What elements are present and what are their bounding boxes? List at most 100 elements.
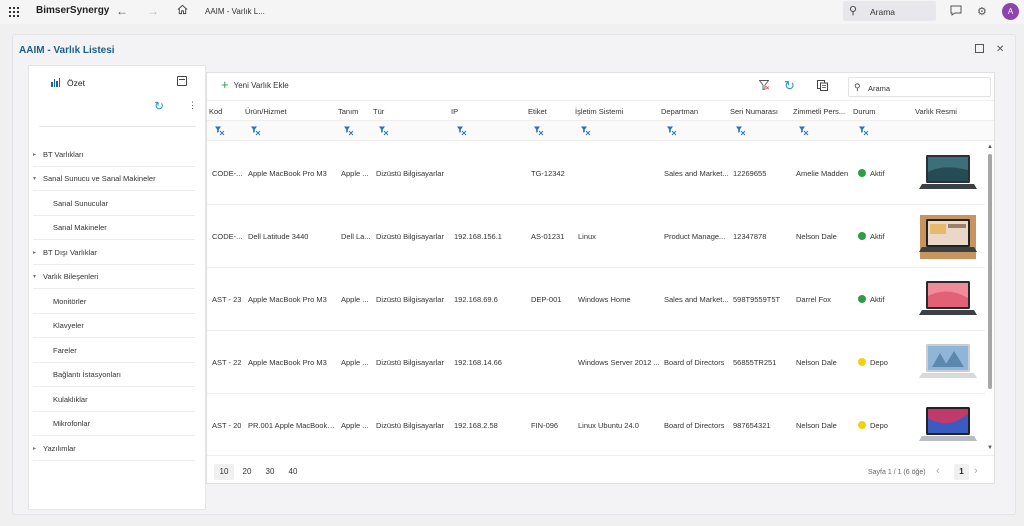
tree-group-item[interactable]: ▸ BT Varlıkları [33,143,195,167]
column-header[interactable]: İşletim Sistemi [575,107,623,116]
page-size-option[interactable]: 40 [283,464,303,480]
asset-image[interactable] [918,278,978,322]
cell-zimmet: Nelson Dale [796,232,837,241]
settings-gear-icon[interactable]: ⚙ [977,5,987,18]
pagination-bar: 10 20 30 40 Sayfa 1 / 1 (6 öğe) ‹ 1 › [207,455,994,485]
tree-child-item[interactable]: Bağlantı İstasyonları [33,363,195,387]
asset-image[interactable] [918,215,978,259]
user-avatar[interactable]: A [1002,3,1019,20]
tree-group-item[interactable]: ▾ Sanal Sunucu ve Sanal Makineler [33,167,195,191]
cell-os: Linux [578,232,596,241]
clear-filter-icon[interactable] [758,80,770,93]
add-asset-button[interactable]: + Yeni Varlık Ekle [221,78,289,91]
maximize-icon[interactable] [975,44,984,56]
cell-etiket: AS-01231 [531,232,565,241]
cell-zimmet: Nelson Dale [796,358,837,367]
tree-group-item[interactable]: ▾ Varlık Bileşenleri [33,265,195,289]
chat-icon[interactable] [950,5,962,19]
column-filter-icon[interactable] [533,125,544,136]
tree-group-item[interactable]: ▸ BT Dışı Varlıklar [33,241,195,265]
current-page[interactable]: 1 [954,464,969,480]
cell-seri: 598T9559T5T [733,295,781,304]
export-icon[interactable] [817,80,828,94]
scroll-thumb[interactable] [988,154,992,389]
page-size-option[interactable]: 20 [237,464,257,480]
asset-image[interactable] [918,152,978,196]
tree-child-item[interactable]: Mikrofonlar [33,412,195,436]
chevron-down-icon: ▾ [33,274,37,280]
column-filter-icon[interactable] [666,125,677,136]
cell-kod: AST - 23 [212,295,242,304]
column-header[interactable]: Seri Numarası [730,107,778,116]
column-filter-icon[interactable] [378,125,389,136]
column-filter-icon[interactable] [214,125,225,136]
refresh-grid-icon[interactable]: ↻ [784,78,795,94]
table-row[interactable]: CODE-... Apple MacBook Pro M3 Apple ... Diz… [207,142,985,205]
column-filter-icon[interactable] [858,125,869,136]
more-options-icon[interactable]: ⋮ [188,100,197,111]
column-filter-icon[interactable] [798,125,809,136]
page-size-option[interactable]: 10 [214,464,234,480]
tree-item-label: Fareler [53,346,77,355]
tree-child-item[interactable]: Fareler [33,339,195,363]
table-row[interactable]: AST - 22 Apple MacBook Pro M3 Apple ... Diz… [207,331,985,394]
column-header[interactable]: Varlık Resmi [915,107,957,116]
table-row[interactable]: AST - 23 Apple MacBook Pro M3 Apple ... Diz… [207,268,985,331]
cell-seri: 12269655 [733,169,767,178]
category-sidebar: Özet ↻ ⋮ ▸ BT Varlıkları ▾ Sanal Sunucu ve … [28,65,206,510]
tree-child-item[interactable]: Kulaklıklar [33,388,195,412]
column-header[interactable]: Zimmetli Pers... [793,107,845,116]
app-launcher-icon[interactable] [9,7,19,17]
column-header[interactable]: Tanım [338,107,358,116]
forward-arrow-icon[interactable]: → [147,4,159,18]
asset-grid-panel: + Yeni Varlık Ekle ↻ ⚲ Arama Kod Ürün/Hiz… [206,72,995,484]
prev-page-icon[interactable]: ‹ [936,465,940,477]
grid-search-input[interactable]: ⚲ Arama [848,77,991,97]
tree-child-item[interactable]: Sanal Makineler [33,216,195,240]
breadcrumb[interactable]: AAIM - Varlık L... [205,7,265,16]
column-header[interactable]: Etiket [528,107,547,116]
cell-departman: Sales and Market... [664,169,729,178]
back-arrow-icon[interactable]: ← [116,4,128,18]
summary-link[interactable]: Özet [67,78,85,88]
column-header[interactable]: Durum [853,107,876,116]
tree-item-label: Klavyeler [53,321,84,330]
panel-window-icon[interactable] [177,76,187,86]
column-filter-icon[interactable] [343,125,354,136]
cell-ip: 192.168.69.6 [454,295,498,304]
column-filter-icon[interactable] [250,125,261,136]
scroll-down-icon[interactable]: ▼ [987,445,993,451]
page-size-option[interactable]: 30 [260,464,280,480]
asset-image[interactable] [918,341,978,385]
home-icon[interactable] [177,4,188,18]
column-filter-icon[interactable] [580,125,591,136]
column-header[interactable]: Ürün/Hizmet [245,107,287,116]
tree-child-item[interactable]: Klavyeler [33,314,195,338]
status-dot [858,169,866,177]
tree-child-item[interactable]: Sanal Sunucular [33,192,195,216]
vertical-scrollbar[interactable]: ▲ ▼ [985,142,995,454]
column-header[interactable]: Departman [661,107,698,116]
column-header[interactable]: IP [451,107,458,116]
search-icon: ⚲ [849,5,858,17]
tree-child-item[interactable]: Monitörler [33,290,195,314]
column-filter-icon[interactable] [456,125,467,136]
scroll-up-icon[interactable]: ▲ [987,144,993,150]
next-page-icon[interactable]: › [974,465,978,477]
column-header[interactable]: Tür [373,107,384,116]
cell-ip: 192.168.14.66 [454,358,502,367]
column-filter-icon[interactable] [735,125,746,136]
asset-image[interactable] [918,404,978,448]
top-app-bar: BimserSynergy ← → AAIM - Varlık L... ⚲ A… [0,0,1024,24]
tree-group-item[interactable]: ▸ Yazılımlar [33,437,195,461]
cell-os: Linux Ubuntu 24.0 [578,421,639,430]
column-header[interactable]: Kod [209,107,222,116]
cell-tanim: Dell La... [341,232,371,241]
refresh-icon[interactable]: ↻ [154,99,164,113]
table-row[interactable]: CODE-... Dell Latitude 3440 Dell La... Dizü… [207,205,985,268]
table-row[interactable]: AST - 20 PR.001 Apple MacBook P... Apple .… [207,394,985,454]
bar-chart-icon [51,78,60,87]
global-search[interactable]: ⚲ Arama [843,1,936,21]
cell-kod: AST - 20 [212,421,242,430]
close-icon[interactable]: ✕ [996,44,1004,55]
